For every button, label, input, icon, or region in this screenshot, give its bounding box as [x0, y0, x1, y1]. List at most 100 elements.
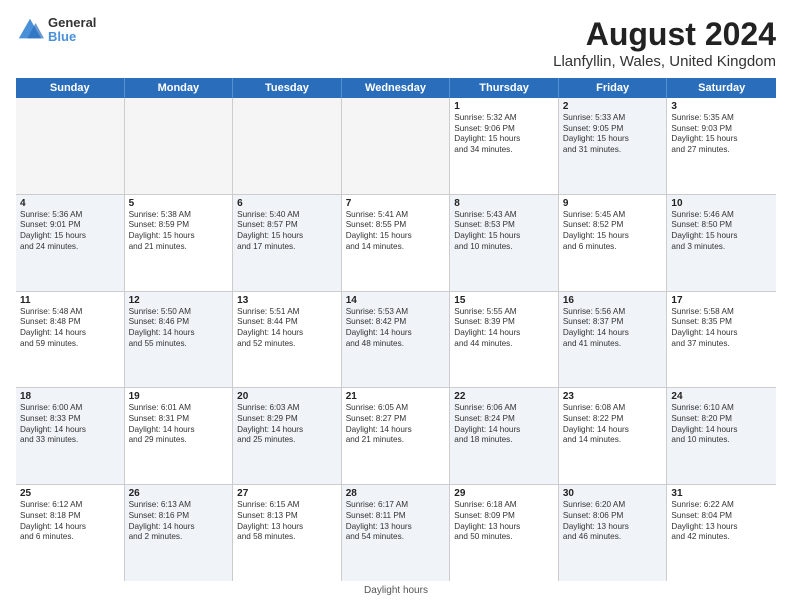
day-3: 3Sunrise: 5:35 AMSunset: 9:03 PMDaylight…	[667, 98, 776, 194]
day-11-line-2: Daylight: 14 hours	[20, 328, 120, 339]
day-1: 1Sunrise: 5:32 AMSunset: 9:06 PMDaylight…	[450, 98, 559, 194]
title-block: August 2024 Llanfyllin, Wales, United Ki…	[553, 16, 776, 70]
day-17-line-2: Daylight: 14 hours	[671, 328, 772, 339]
day-number-27: 27	[237, 488, 337, 499]
day-28-line-2: Daylight: 13 hours	[346, 522, 446, 533]
day-number-28: 28	[346, 488, 446, 499]
day-6: 6Sunrise: 5:40 AMSunset: 8:57 PMDaylight…	[233, 195, 342, 291]
day-9: 9Sunrise: 5:45 AMSunset: 8:52 PMDaylight…	[559, 195, 668, 291]
header: General Blue August 2024 Llanfyllin, Wal…	[16, 16, 776, 70]
day-number-10: 10	[671, 198, 772, 209]
day-2-line-2: Daylight: 15 hours	[563, 134, 663, 145]
day-number-3: 3	[671, 101, 772, 112]
empty-cell-r0-c0	[16, 98, 125, 194]
day-24: 24Sunrise: 6:10 AMSunset: 8:20 PMDayligh…	[667, 388, 776, 484]
day-20-line-3: and 25 minutes.	[237, 435, 337, 446]
day-23: 23Sunrise: 6:08 AMSunset: 8:22 PMDayligh…	[559, 388, 668, 484]
day-19-line-0: Sunrise: 6:01 AM	[129, 403, 229, 414]
day-12-line-2: Daylight: 14 hours	[129, 328, 229, 339]
day-22-line-3: and 18 minutes.	[454, 435, 554, 446]
day-28-line-0: Sunrise: 6:17 AM	[346, 500, 446, 511]
day-number-8: 8	[454, 198, 554, 209]
logo-icon	[16, 16, 44, 44]
day-5-line-0: Sunrise: 5:38 AM	[129, 210, 229, 221]
day-10: 10Sunrise: 5:46 AMSunset: 8:50 PMDayligh…	[667, 195, 776, 291]
day-24-line-2: Daylight: 14 hours	[671, 425, 772, 436]
day-number-6: 6	[237, 198, 337, 209]
day-number-17: 17	[671, 295, 772, 306]
day-29-line-0: Sunrise: 6:18 AM	[454, 500, 554, 511]
day-21-line-2: Daylight: 14 hours	[346, 425, 446, 436]
calendar-header: SundayMondayTuesdayWednesdayThursdayFrid…	[16, 78, 776, 98]
day-1-line-0: Sunrise: 5:32 AM	[454, 113, 554, 124]
day-8-line-2: Daylight: 15 hours	[454, 231, 554, 242]
day-13: 13Sunrise: 5:51 AMSunset: 8:44 PMDayligh…	[233, 292, 342, 388]
day-number-5: 5	[129, 198, 229, 209]
day-31-line-3: and 42 minutes.	[671, 532, 772, 543]
day-1-line-2: Daylight: 15 hours	[454, 134, 554, 145]
day-7-line-1: Sunset: 8:55 PM	[346, 220, 446, 231]
day-number-31: 31	[671, 488, 772, 499]
day-14: 14Sunrise: 5:53 AMSunset: 8:42 PMDayligh…	[342, 292, 451, 388]
day-9-line-2: Daylight: 15 hours	[563, 231, 663, 242]
day-number-7: 7	[346, 198, 446, 209]
logo-line2: Blue	[48, 30, 96, 44]
weekday-saturday: Saturday	[667, 78, 776, 98]
day-29-line-3: and 50 minutes.	[454, 532, 554, 543]
cal-row-2: 4Sunrise: 5:36 AMSunset: 9:01 PMDaylight…	[16, 195, 776, 292]
day-3-line-1: Sunset: 9:03 PM	[671, 124, 772, 135]
weekday-wednesday: Wednesday	[342, 78, 451, 98]
day-25-line-2: Daylight: 14 hours	[20, 522, 120, 533]
day-number-2: 2	[563, 101, 663, 112]
empty-cell-r0-c2	[233, 98, 342, 194]
day-14-line-1: Sunset: 8:42 PM	[346, 317, 446, 328]
day-4: 4Sunrise: 5:36 AMSunset: 9:01 PMDaylight…	[16, 195, 125, 291]
day-number-29: 29	[454, 488, 554, 499]
day-17-line-0: Sunrise: 5:58 AM	[671, 307, 772, 318]
day-31-line-1: Sunset: 8:04 PM	[671, 511, 772, 522]
day-20: 20Sunrise: 6:03 AMSunset: 8:29 PMDayligh…	[233, 388, 342, 484]
day-30-line-0: Sunrise: 6:20 AM	[563, 500, 663, 511]
day-1-line-1: Sunset: 9:06 PM	[454, 124, 554, 135]
day-21-line-1: Sunset: 8:27 PM	[346, 414, 446, 425]
day-16-line-2: Daylight: 14 hours	[563, 328, 663, 339]
empty-cell-r0-c3	[342, 98, 451, 194]
logo-text: General Blue	[48, 16, 96, 45]
day-27: 27Sunrise: 6:15 AMSunset: 8:13 PMDayligh…	[233, 485, 342, 581]
day-4-line-3: and 24 minutes.	[20, 242, 120, 253]
day-15-line-1: Sunset: 8:39 PM	[454, 317, 554, 328]
day-19-line-1: Sunset: 8:31 PM	[129, 414, 229, 425]
main-title: August 2024	[553, 16, 776, 53]
day-8: 8Sunrise: 5:43 AMSunset: 8:53 PMDaylight…	[450, 195, 559, 291]
cal-row-3: 11Sunrise: 5:48 AMSunset: 8:48 PMDayligh…	[16, 292, 776, 389]
day-27-line-1: Sunset: 8:13 PM	[237, 511, 337, 522]
weekday-friday: Friday	[559, 78, 668, 98]
day-3-line-3: and 27 minutes.	[671, 145, 772, 156]
day-31-line-0: Sunrise: 6:22 AM	[671, 500, 772, 511]
day-11-line-1: Sunset: 8:48 PM	[20, 317, 120, 328]
day-2-line-1: Sunset: 9:05 PM	[563, 124, 663, 135]
footer-note: Daylight hours	[16, 585, 776, 596]
day-22-line-1: Sunset: 8:24 PM	[454, 414, 554, 425]
day-22-line-0: Sunrise: 6:06 AM	[454, 403, 554, 414]
day-12: 12Sunrise: 5:50 AMSunset: 8:46 PMDayligh…	[125, 292, 234, 388]
day-number-16: 16	[563, 295, 663, 306]
day-2: 2Sunrise: 5:33 AMSunset: 9:05 PMDaylight…	[559, 98, 668, 194]
page: General Blue August 2024 Llanfyllin, Wal…	[0, 0, 792, 612]
day-28: 28Sunrise: 6:17 AMSunset: 8:11 PMDayligh…	[342, 485, 451, 581]
day-31: 31Sunrise: 6:22 AMSunset: 8:04 PMDayligh…	[667, 485, 776, 581]
day-15-line-3: and 44 minutes.	[454, 339, 554, 350]
cal-row-5: 25Sunrise: 6:12 AMSunset: 8:18 PMDayligh…	[16, 485, 776, 581]
day-8-line-3: and 10 minutes.	[454, 242, 554, 253]
day-2-line-3: and 31 minutes.	[563, 145, 663, 156]
day-28-line-1: Sunset: 8:11 PM	[346, 511, 446, 522]
day-19: 19Sunrise: 6:01 AMSunset: 8:31 PMDayligh…	[125, 388, 234, 484]
day-26-line-2: Daylight: 14 hours	[129, 522, 229, 533]
day-18-line-1: Sunset: 8:33 PM	[20, 414, 120, 425]
day-number-15: 15	[454, 295, 554, 306]
day-25-line-1: Sunset: 8:18 PM	[20, 511, 120, 522]
day-16-line-1: Sunset: 8:37 PM	[563, 317, 663, 328]
logo: General Blue	[16, 16, 96, 45]
day-8-line-0: Sunrise: 5:43 AM	[454, 210, 554, 221]
day-9-line-3: and 6 minutes.	[563, 242, 663, 253]
